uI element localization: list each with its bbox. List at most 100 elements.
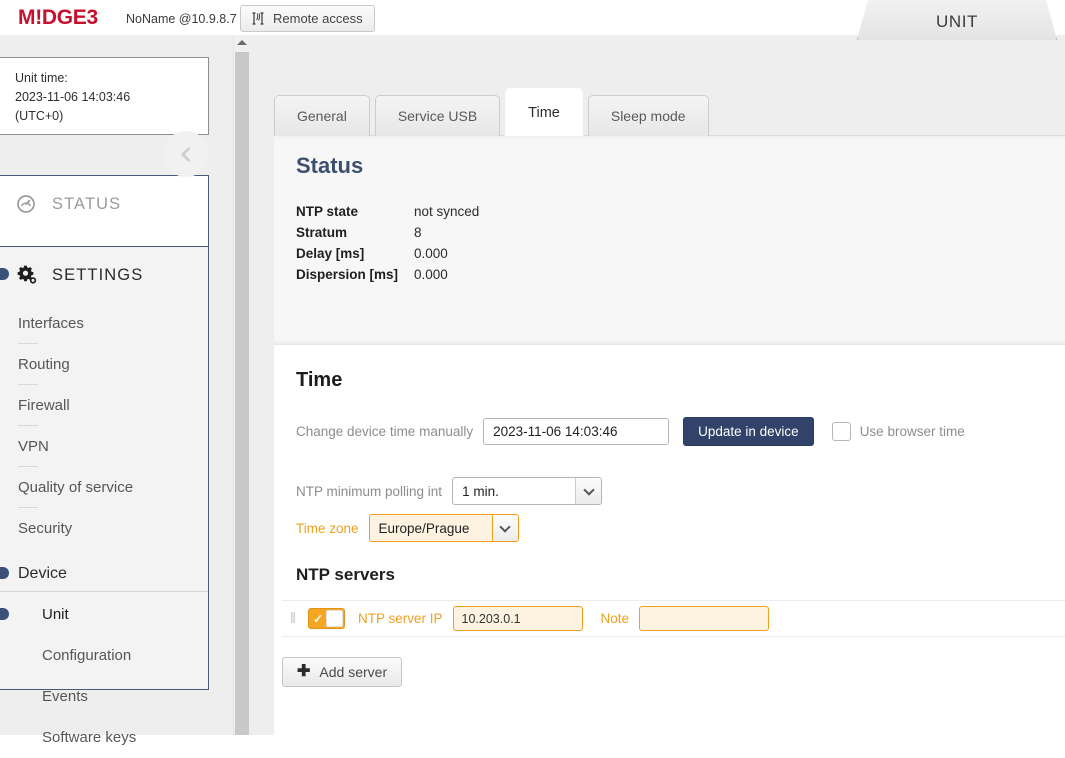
unit-time-card: Unit time: 2023-11-06 14:03:46 (UTC+0) [0, 57, 209, 135]
remote-access-button[interactable]: Remote access [240, 5, 375, 32]
sidebar-item-software-keys[interactable]: Software keys [0, 717, 208, 758]
sidebar-item-firewall[interactable]: Firewall [0, 385, 208, 426]
update-in-device-button[interactable]: Update in device [683, 417, 814, 446]
change-device-time-input[interactable] [483, 418, 670, 445]
sidebar-label-quality-of-service: Quality of service [18, 479, 134, 496]
unit-time-line3: (UTC+0) [15, 109, 64, 123]
ntp-servers-title: NTP servers [296, 565, 395, 584]
active-marker-device [0, 567, 9, 579]
sidebar-section-settings: SETTINGS Interfaces Routing Firewall VPN… [0, 247, 209, 746]
sidebar-item-configuration[interactable]: Configuration [0, 635, 208, 676]
sidebar-item-unit[interactable]: Unit [0, 594, 208, 635]
tab-service-usb[interactable]: Service USB [374, 95, 501, 136]
ntp-server-note-label: Note [600, 611, 630, 626]
status-key-ntp-state: NTP state [296, 204, 359, 219]
toggle-knob [326, 610, 343, 627]
sidebar-item-settings[interactable]: SETTINGS [0, 247, 208, 303]
sidebar-item-security[interactable]: Security [0, 508, 208, 549]
time-panel: Time Change device time manually Update … [274, 345, 1065, 735]
check-icon: ✓ [313, 611, 324, 626]
sidebar-label-firewall: Firewall [18, 397, 70, 414]
sidebar-item-device[interactable]: Device [0, 553, 208, 594]
sidebar-item-status[interactable]: STATUS [0, 176, 208, 232]
logo-dge: DGE [41, 6, 87, 29]
remote-access-label: Remote access [273, 11, 363, 26]
sidebar-label-routing: Routing [18, 356, 70, 373]
checkbox-box[interactable] [831, 422, 851, 441]
ntp-server-enable-toggle[interactable]: ✓ [308, 608, 345, 629]
tab-sleep-mode-label: Sleep mode [610, 108, 686, 124]
tab-time-label: Time [528, 104, 560, 121]
ntp-server-ip-input[interactable] [452, 606, 583, 631]
tab-time[interactable]: Time [505, 88, 583, 136]
sidebar-label-security: Security [18, 520, 73, 537]
gear-icon [16, 264, 42, 286]
tab-general[interactable]: General [274, 95, 370, 136]
status-panel: Status NTP state not synced Stratum 8 De… [274, 135, 1065, 345]
ntp-polling-select-holder: 1 min. [452, 477, 603, 505]
sidebar-collapse-button[interactable] [163, 131, 209, 177]
drag-handle-icon[interactable]: ‖ [284, 610, 300, 627]
main-content: General Service USB Time Sleep mode Stat… [250, 35, 1065, 735]
status-key-delay: Delay [ms] [296, 246, 365, 261]
timezone-select-holder: Europe/Prague [368, 514, 519, 542]
sidebar-label-events: Events [42, 688, 88, 705]
timezone-row: Time zone Europe/Prague [296, 514, 519, 542]
unit-name-address: NoName @10.9.8.7 [126, 12, 237, 26]
change-device-time-row: Change device time manually Update in de… [296, 417, 965, 446]
sidebar-item-events[interactable]: Events [0, 676, 208, 717]
scrollbar-thumb[interactable] [235, 52, 249, 735]
unit-tab-label: UNIT [935, 11, 979, 31]
logo-bang: ! [35, 6, 42, 29]
tab-general-label: General [297, 108, 347, 124]
status-key-stratum: Stratum [296, 225, 348, 240]
table-row: Delay [ms] 0.000 [296, 245, 479, 266]
status-panel-title: Status [296, 153, 364, 178]
sidebar-label-device: Device [18, 564, 67, 582]
change-device-time-label: Change device time manually [296, 424, 474, 439]
use-browser-time-checkbox[interactable]: Use browser time [831, 422, 965, 441]
unit-time-text: Unit time: 2023-11-06 14:03:46 (UTC+0) [15, 69, 130, 126]
plus-icon: ✚ [297, 663, 311, 680]
ntp-server-note-input[interactable] [639, 606, 770, 631]
content-tabs: General Service USB Time Sleep mode [274, 88, 714, 136]
status-value-dispersion: 0.000 [414, 267, 448, 282]
sidebar-section-status: STATUS [0, 175, 209, 247]
status-key-dispersion: Dispersion [ms] [296, 267, 399, 282]
sidebar-label-software-keys: Software keys [42, 729, 137, 746]
table-row: Stratum 8 [296, 224, 479, 245]
table-row: NTP state not synced [296, 203, 479, 224]
sidebar-item-vpn[interactable]: VPN [0, 426, 208, 467]
unit-time-line1: Unit time: [15, 71, 68, 85]
sidebar-label-settings: SETTINGS [52, 265, 144, 284]
sidebar-item-interfaces[interactable]: Interfaces [0, 303, 208, 344]
table-row: Dispersion [ms] 0.000 [296, 266, 479, 287]
chevron-left-icon [180, 146, 196, 162]
status-value-ntp-state: not synced [414, 204, 480, 219]
scroll-up-arrow-icon[interactable] [237, 40, 247, 45]
add-server-label: Add server [319, 664, 388, 680]
sidebar-label-vpn: VPN [18, 438, 49, 455]
app-logo: M!DGE3 [18, 6, 98, 30]
gauge-icon [16, 194, 42, 214]
add-server-button[interactable]: ✚ Add server [282, 657, 403, 687]
antenna-icon [250, 11, 266, 26]
tab-sleep-mode[interactable]: Sleep mode [587, 95, 709, 136]
sidebar-item-routing[interactable]: Routing [0, 344, 208, 385]
active-marker-unit [0, 608, 9, 620]
sidebar-label-status: STATUS [52, 194, 122, 213]
time-panel-title: Time [296, 369, 343, 391]
timezone-select[interactable]: Europe/Prague [368, 514, 519, 542]
timezone-label: Time zone [296, 520, 359, 536]
use-browser-time-label: Use browser time [859, 424, 965, 439]
sidebar-item-quality-of-service[interactable]: Quality of service [0, 467, 208, 508]
ntp-polling-select[interactable]: 1 min. [452, 477, 603, 505]
sidebar-scrollbar[interactable] [233, 35, 249, 735]
sidebar-label-unit: Unit [42, 606, 69, 623]
unit-tab[interactable]: UNIT [857, 0, 1057, 40]
ntp-polling-row: NTP minimum polling int 1 min. [296, 477, 603, 505]
status-value-delay: 0.000 [414, 246, 448, 261]
sidebar-label-interfaces: Interfaces [18, 315, 84, 332]
logo-m: M [18, 6, 36, 29]
table-row: ‖ ✓ NTP server IP Note [282, 600, 1065, 637]
